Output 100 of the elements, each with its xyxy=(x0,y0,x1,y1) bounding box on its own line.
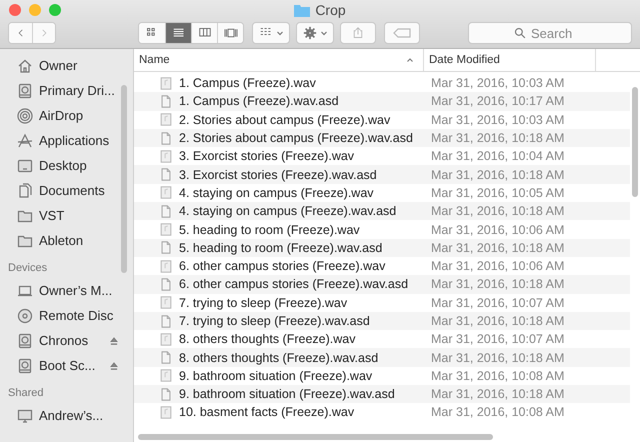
date-modified: Mar 31, 2016, 10:18 AM xyxy=(430,387,564,402)
date-modified: Mar 31, 2016, 10:18 AM xyxy=(430,350,564,365)
action-button[interactable] xyxy=(296,22,334,44)
sidebar-item[interactable]: Desktop xyxy=(0,153,133,178)
file-name[interactable]: 4. staying on campus (Freeze).wav xyxy=(134,185,419,200)
date-modified: Mar 31, 2016, 10:18 AM xyxy=(430,204,564,218)
cover-flow-icon xyxy=(222,27,240,39)
airdrop-icon xyxy=(17,108,33,124)
tag-icon xyxy=(393,28,411,38)
share-icon xyxy=(352,26,364,40)
desktop-icon xyxy=(17,158,33,174)
chevron-down-icon xyxy=(276,29,284,37)
chevron-down-icon xyxy=(320,29,328,37)
date-modified: Mar 31, 2016, 10:18 AM xyxy=(430,240,564,255)
scrollbar[interactable] xyxy=(138,434,493,440)
date-modified: Mar 31, 2016, 10:18 AM xyxy=(430,277,564,292)
file-name[interactable]: 6. other campus stories (Freeze).wav xyxy=(134,258,419,274)
file-name[interactable]: 6. other campus stories (Freeze).wav.asd xyxy=(134,276,419,292)
file-name[interactable]: 7. trying to sleep (Freeze).wav.asd xyxy=(134,314,419,328)
file-name[interactable]: 8. others thoughts (Freeze).wav.asd xyxy=(134,350,419,366)
sidebar-item[interactable]: VST xyxy=(0,203,133,228)
file-name[interactable]: 5. heading to room (Freeze).wav xyxy=(134,222,419,238)
sidebar-item[interactable]: Owner xyxy=(0,53,133,78)
file-name[interactable]: 9. bathroom situation (Freeze).wav.asd xyxy=(134,386,419,402)
file-name[interactable]: 3. Exorcist stories (Freeze).wav xyxy=(134,148,419,164)
document-file-icon xyxy=(159,240,173,256)
audio-file-icon xyxy=(159,368,173,384)
file-name[interactable]: 2. Stories about campus (Freeze).wav xyxy=(134,112,419,128)
audio-file-icon xyxy=(159,404,173,420)
forward-button[interactable] xyxy=(32,23,55,43)
sidebar-item[interactable]: Andrew’s... xyxy=(0,403,133,428)
date-modified: Mar 31, 2016, 10:07 AM xyxy=(430,332,564,346)
audio-file-icon xyxy=(159,185,173,200)
search-field[interactable]: Search xyxy=(468,22,632,44)
date-modified: Mar 31, 2016, 10:04 AM xyxy=(430,149,564,164)
document-file-icon xyxy=(159,350,173,366)
tag-button[interactable] xyxy=(384,22,420,44)
audio-file-icon xyxy=(159,332,173,347)
file-name[interactable]: 7. trying to sleep (Freeze).wav xyxy=(134,295,419,310)
list-view-icon xyxy=(172,27,186,39)
file-name[interactable]: 2. Stories about campus (Freeze).wav.asd xyxy=(134,130,419,146)
date-modified: Mar 31, 2016, 10:17 AM xyxy=(430,94,564,108)
sidebar-item[interactable]: Primary Dri... xyxy=(0,78,133,103)
audio-file-icon xyxy=(159,258,173,274)
file-name[interactable]: 1. Campus (Freeze).wav xyxy=(134,76,419,91)
sidebar-item[interactable]: Owner’s M... xyxy=(0,278,133,303)
audio-file-icon xyxy=(159,222,173,238)
hard-drive-icon xyxy=(17,82,33,98)
document-file-icon xyxy=(159,94,173,109)
sidebar-item[interactable]: Remote Disc xyxy=(0,303,133,328)
sidebar-item[interactable]: Chronos xyxy=(0,328,133,353)
file-name[interactable]: 9. bathroom situation (Freeze).wav xyxy=(134,368,419,384)
date-modified: Mar 31, 2016, 10:18 AM xyxy=(430,314,564,328)
audio-file-icon xyxy=(159,112,173,128)
arrange-button[interactable] xyxy=(252,22,290,44)
document-file-icon xyxy=(159,386,173,402)
file-name[interactable]: 5. heading to room (Freeze).wav.asd xyxy=(134,240,419,256)
audio-file-icon xyxy=(159,76,173,91)
scrollbar[interactable] xyxy=(121,85,127,273)
sidebar-item[interactable]: Boot Sc... xyxy=(0,353,133,378)
folder-icon xyxy=(294,4,310,16)
date-modified: Mar 31, 2016, 10:18 AM xyxy=(430,168,564,182)
column-header[interactable]: Date Modified xyxy=(424,49,596,71)
audio-file-icon xyxy=(159,295,173,310)
date-modified: Mar 31, 2016, 10:07 AM xyxy=(430,296,564,310)
zoom-button[interactable] xyxy=(49,4,61,16)
hard-drive-icon xyxy=(17,332,33,348)
date-modified: Mar 31, 2016, 10:03 AM xyxy=(430,112,564,127)
sidebar-item[interactable]: Documents xyxy=(0,178,133,203)
sidebar-item[interactable]: Applications xyxy=(0,128,133,153)
date-modified: Mar 31, 2016, 10:05 AM xyxy=(430,186,564,200)
file-name[interactable]: 8. others thoughts (Freeze).wav xyxy=(134,332,419,347)
eject-icon xyxy=(109,336,119,346)
file-name[interactable]: 4. staying on campus (Freeze).wav.asd xyxy=(134,204,419,219)
view-mode-button[interactable] xyxy=(165,23,191,43)
monitor-icon xyxy=(17,408,33,424)
applications-icon xyxy=(17,132,33,148)
date-modified: Mar 31, 2016, 10:06 AM xyxy=(430,222,564,237)
file-name[interactable]: 1. Campus (Freeze).wav.asd xyxy=(134,94,419,109)
file-name[interactable]: 10. basment facts (Freeze).wav xyxy=(134,404,419,420)
close-button[interactable] xyxy=(9,4,21,16)
sidebar-section-header: Shared xyxy=(7,386,44,401)
view-mode-button[interactable] xyxy=(217,23,243,43)
sort-ascending-icon xyxy=(405,56,415,64)
documents-icon xyxy=(17,182,33,198)
scrollbar[interactable] xyxy=(632,87,638,197)
date-modified: Mar 31, 2016, 10:03 AM xyxy=(430,76,564,90)
window-title: Crop xyxy=(315,2,346,18)
column-header[interactable]: Name xyxy=(134,49,424,71)
date-modified: Mar 31, 2016, 10:08 AM xyxy=(430,405,564,420)
document-file-icon xyxy=(159,204,173,219)
sidebar-item[interactable]: Ableton xyxy=(0,228,133,253)
minimize-button[interactable] xyxy=(29,4,41,16)
eject-icon xyxy=(109,360,119,370)
sidebar-section-header: Devices xyxy=(7,261,48,276)
sidebar-item[interactable]: AirDrop xyxy=(0,103,133,128)
disc-icon xyxy=(17,308,33,324)
share-button[interactable] xyxy=(340,22,376,44)
date-modified: Mar 31, 2016, 10:06 AM xyxy=(430,259,564,274)
file-name[interactable]: 3. Exorcist stories (Freeze).wav.asd xyxy=(134,167,419,182)
